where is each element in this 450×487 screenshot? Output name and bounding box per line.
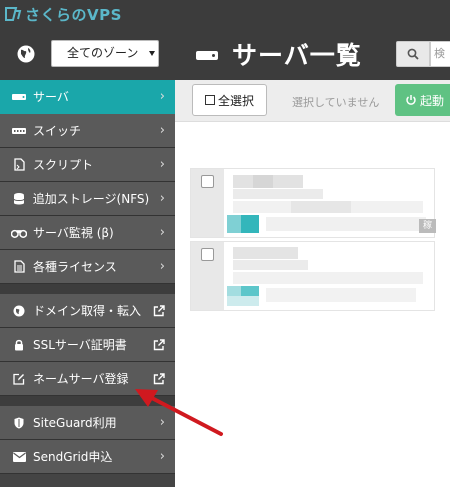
- top-bar: さくらのVPS: [0, 0, 450, 28]
- nav-divider: [0, 284, 175, 294]
- chevron-down-icon: [149, 51, 155, 56]
- chevron-right-icon: ›: [159, 415, 165, 430]
- sidebar-item-nameserver[interactable]: ネームサーバ登録: [0, 362, 175, 396]
- storage-icon: [11, 192, 27, 206]
- selection-status: 選択していません: [292, 96, 380, 109]
- server-toolbar: 全選択 選択していません 起動: [175, 80, 450, 122]
- chevron-right-icon: ›: [159, 123, 165, 138]
- script-icon: [11, 158, 27, 171]
- globe-icon: [17, 45, 35, 63]
- server-card[interactable]: [190, 241, 435, 311]
- redacted-block: [233, 189, 323, 199]
- sidebar-item-label: ネームサーバ登録: [33, 372, 129, 386]
- redacted-block: [266, 217, 426, 231]
- status-badge: 稼中: [419, 219, 436, 233]
- external-link-icon: [149, 372, 165, 385]
- license-icon: [11, 260, 27, 273]
- search-input[interactable]: 検: [430, 41, 450, 67]
- chevron-right-icon: ›: [159, 259, 165, 274]
- sidebar-footer: [0, 474, 175, 487]
- server-checkbox[interactable]: [201, 175, 214, 188]
- sidebar-item-label: 追加ストレージ(NFS): [32, 192, 150, 206]
- zone-select-value: 全てのゾーン: [67, 46, 139, 60]
- select-all-button[interactable]: 全選択: [192, 84, 267, 116]
- sidebar: 全てのゾーン サーバ › スイッチ › スクリプト › 追加ストレージ(NFS)…: [0, 28, 175, 487]
- sidebar-item-label: SSLサーバ証明書: [33, 338, 127, 352]
- nav-divider: [0, 396, 175, 406]
- sakura-vps-logo[interactable]: さくらのVPS: [4, 3, 122, 25]
- redacted-block: [227, 296, 259, 306]
- sidebar-item-label: SiteGuard利用: [33, 416, 117, 430]
- search-button[interactable]: [396, 41, 430, 67]
- sidebar-item-licenses[interactable]: 各種ライセンス ›: [0, 250, 175, 284]
- redacted-block: [233, 272, 423, 284]
- edit-icon: [11, 373, 27, 385]
- server-checkbox[interactable]: [201, 248, 214, 261]
- redacted-block: [241, 286, 259, 296]
- sidebar-item-server-monitoring[interactable]: サーバ監視 (β) ›: [0, 216, 175, 250]
- chevron-right-icon: ›: [159, 449, 165, 464]
- redacted-block: [241, 215, 259, 233]
- sidebar-item-label: SendGrid申込: [33, 450, 113, 464]
- main-panel: サーバ一覧 検 全選択 選択していません 起動 稼中: [175, 28, 450, 487]
- sidebar-item-script[interactable]: スクリプト ›: [0, 148, 175, 182]
- sidebar-item-ssl[interactable]: SSLサーバ証明書: [0, 328, 175, 362]
- checkbox-icon: [204, 95, 215, 105]
- sidebar-item-nfs-storage[interactable]: 追加ストレージ(NFS) ›: [0, 182, 175, 216]
- server-icon: [11, 93, 27, 101]
- sidebar-item-label: スイッチ: [33, 124, 82, 138]
- card-checkbox-column: [191, 169, 224, 237]
- chevron-right-icon: ›: [159, 157, 165, 172]
- chevron-right-icon: ›: [159, 89, 165, 104]
- switch-icon: [11, 127, 27, 135]
- chevron-right-icon: ›: [159, 225, 165, 240]
- lock-icon: [11, 339, 27, 351]
- server-card[interactable]: 稼中: [190, 168, 436, 238]
- external-link-icon: [149, 338, 165, 351]
- sidebar-item-label: サーバ監視 (β): [33, 226, 114, 240]
- sidebar-item-domain[interactable]: ドメイン取得・転入: [0, 294, 175, 328]
- redacted-block: [227, 215, 241, 233]
- sidebar-item-sendgrid[interactable]: SendGrid申込 ›: [0, 440, 175, 474]
- binoculars-icon: [11, 227, 27, 238]
- sidebar-item-server[interactable]: サーバ ›: [0, 80, 175, 114]
- start-button[interactable]: 起動: [395, 84, 450, 116]
- start-button-label: 起動: [420, 93, 445, 108]
- shield-icon: [11, 417, 27, 429]
- redacted-block: [253, 175, 273, 188]
- logo-text: さくらのVPS: [25, 5, 122, 24]
- redacted-block: [266, 288, 416, 302]
- search-icon: [407, 48, 419, 60]
- redacted-block: [227, 286, 241, 296]
- card-checkbox-column: [191, 242, 224, 310]
- select-all-label: 全選択: [217, 93, 254, 108]
- sidebar-item-label: スクリプト: [33, 158, 94, 172]
- redacted-block: [291, 201, 351, 213]
- sidebar-item-siteguard[interactable]: SiteGuard利用 ›: [0, 406, 175, 440]
- sakura-logo-icon: [5, 7, 22, 21]
- zone-select[interactable]: 全てのゾーン: [51, 40, 159, 67]
- zone-row: 全てのゾーン: [0, 28, 175, 80]
- server-icon: [196, 51, 218, 60]
- sidebar-item-label: ドメイン取得・転入: [33, 304, 142, 318]
- page-title: サーバ一覧: [232, 41, 362, 70]
- redacted-block: [233, 247, 298, 259]
- sidebar-item-switch[interactable]: スイッチ ›: [0, 114, 175, 148]
- external-link-icon: [149, 304, 165, 317]
- sidebar-item-label: サーバ: [33, 90, 69, 104]
- chevron-right-icon: ›: [159, 191, 165, 206]
- globe-icon: [11, 305, 27, 317]
- envelope-icon: [11, 451, 27, 462]
- power-icon: [406, 95, 416, 105]
- redacted-block: [233, 260, 308, 270]
- page-header: サーバ一覧 検: [175, 28, 450, 80]
- sidebar-item-label: 各種ライセンス: [33, 260, 117, 274]
